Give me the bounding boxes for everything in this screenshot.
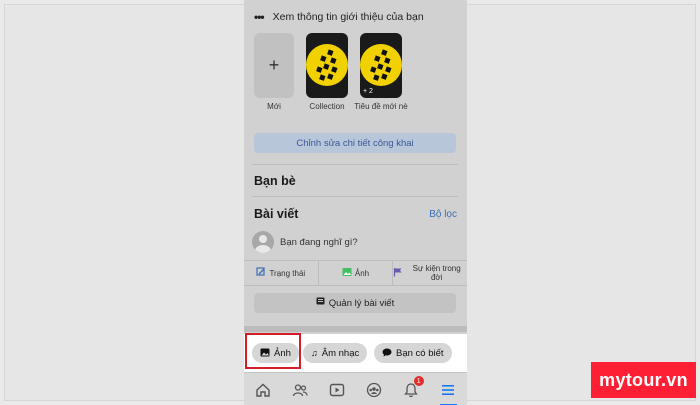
highlight-label: Collection [309, 102, 345, 111]
mytour-watermark: mytour.vn [591, 362, 696, 398]
plus-icon: + [268, 55, 280, 75]
video-icon [329, 383, 345, 396]
action-label: Ảnh [354, 268, 370, 278]
avatar [252, 231, 274, 253]
divider [252, 164, 458, 165]
edit-icon [256, 267, 266, 279]
new-highlight-label: Mới [267, 102, 281, 111]
action-label: Sự kiện trong đời [412, 264, 461, 282]
posts-icon [316, 297, 325, 309]
notification-badge: 1 [413, 376, 424, 386]
manage-posts-button[interactable]: Quản lý bài viết [254, 293, 456, 313]
highlight-collection[interactable] [306, 33, 348, 98]
friends-icon [292, 383, 308, 396]
chip-label: Âm nhạc [321, 347, 360, 359]
about-link-text: Xem thông tin giới thiệu của bạn [272, 11, 424, 23]
highlight-thumbnail [306, 44, 348, 86]
post-composer[interactable]: Bạn đang nghĩ gì? [252, 231, 358, 253]
highlight-annotation-box [245, 333, 301, 369]
photo-action-button[interactable]: Ảnh [319, 261, 394, 285]
highlight-count: + 2 [363, 88, 373, 95]
posts-section-title: Bài viết [254, 207, 299, 221]
nav-friends[interactable] [281, 373, 318, 405]
section-separator [244, 326, 467, 332]
home-icon [255, 383, 270, 397]
friends-section-title[interactable]: Bạn bè [254, 174, 296, 188]
photo-icon [342, 267, 352, 279]
manage-posts-label: Quản lý bài viết [328, 297, 395, 309]
chip-did-you-know[interactable]: Bạn có biết [374, 343, 452, 363]
chip-music[interactable]: ♫ Âm nhạc [303, 343, 368, 363]
status-action-button[interactable]: Trạng thái [244, 261, 319, 285]
highlight-label: Tiêu đề mới nè [354, 102, 408, 111]
music-note-icon: ♫ [311, 348, 318, 358]
new-highlight-button[interactable]: + [254, 33, 294, 98]
post-action-bar: Trạng thái Ảnh Sự kiện trong đời [244, 260, 467, 286]
divider [252, 196, 458, 197]
composer-placeholder: Bạn đang nghĩ gì? [280, 236, 358, 248]
life-event-action-button[interactable]: Sự kiện trong đời [393, 261, 467, 285]
chip-label: Bạn có biết [396, 347, 444, 359]
more-dots-icon: ••• [254, 10, 265, 24]
menu-icon [442, 384, 455, 395]
speech-bubble-icon [382, 348, 392, 359]
flag-icon [393, 267, 403, 279]
about-row[interactable]: ••• Xem thông tin giới thiệu của bạn [254, 10, 424, 24]
nav-groups[interactable] [356, 373, 393, 405]
highlight-tieu-de[interactable]: + 2 [360, 33, 402, 98]
filter-link[interactable]: Bộ lọc [429, 209, 457, 220]
bottom-navigation: 1 [244, 372, 467, 405]
nav-menu[interactable] [430, 373, 467, 405]
action-label: Trạng thái [269, 268, 306, 278]
nav-notifications[interactable]: 1 [393, 373, 430, 405]
nav-home[interactable] [244, 373, 281, 405]
edit-public-details-button[interactable]: Chỉnh sửa chi tiết công khai [254, 133, 456, 153]
nav-video[interactable] [318, 373, 355, 405]
groups-icon [366, 382, 382, 397]
